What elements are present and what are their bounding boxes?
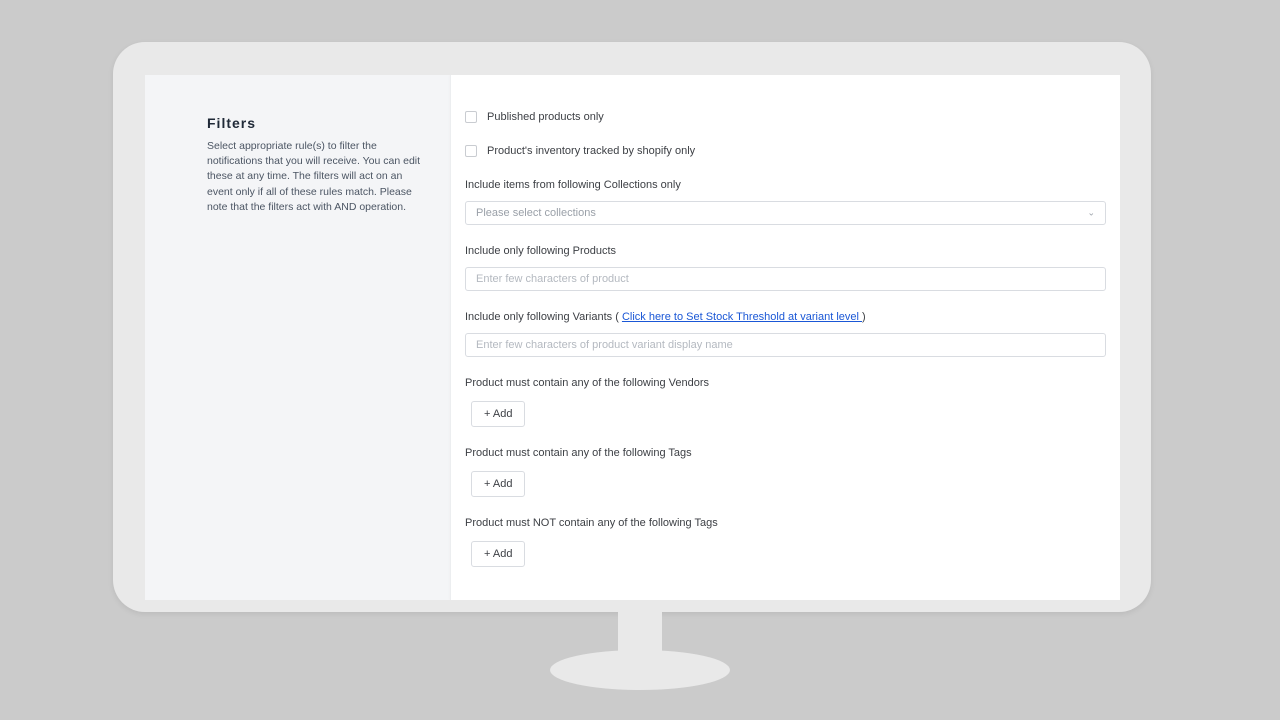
tags-exclude-label: Product must NOT contain any of the foll… xyxy=(465,517,1106,529)
collections-select[interactable]: Please select collections ⌄ xyxy=(465,201,1106,225)
published-only-row: Published products only xyxy=(465,111,1106,123)
sidebar: Filters Select appropriate rule(s) to fi… xyxy=(145,75,450,600)
products-input[interactable] xyxy=(465,267,1106,291)
vendors-label: Product must contain any of the followin… xyxy=(465,377,1106,389)
add-tag-include-button[interactable]: + Add xyxy=(471,471,525,497)
add-vendor-button[interactable]: + Add xyxy=(471,401,525,427)
collections-placeholder: Please select collections xyxy=(476,207,596,219)
tags-exclude-section: Product must NOT contain any of the foll… xyxy=(465,517,1106,567)
sidebar-title: Filters xyxy=(207,115,428,131)
tags-include-label: Product must contain any of the followin… xyxy=(465,447,1106,459)
variants-input[interactable] xyxy=(465,333,1106,357)
products-label: Include only following Products xyxy=(465,245,1106,257)
variants-threshold-link[interactable]: Click here to Set Stock Threshold at var… xyxy=(622,311,862,323)
inventory-tracked-checkbox[interactable] xyxy=(465,145,477,157)
monitor-base xyxy=(550,650,730,690)
sidebar-description: Select appropriate rule(s) to filter the… xyxy=(207,139,428,215)
app-screen: Filters Select appropriate rule(s) to fi… xyxy=(145,75,1120,600)
published-only-checkbox[interactable] xyxy=(465,111,477,123)
variants-section: Include only following Variants ( Click … xyxy=(465,311,1106,357)
collections-section: Include items from following Collections… xyxy=(465,179,1106,225)
products-section: Include only following Products xyxy=(465,245,1106,291)
monitor-mockup: Filters Select appropriate rule(s) to fi… xyxy=(0,0,1280,720)
published-only-label: Published products only xyxy=(487,111,604,123)
main-panel: Published products only Product's invent… xyxy=(450,75,1120,600)
collections-label: Include items from following Collections… xyxy=(465,179,1106,191)
add-tag-exclude-button[interactable]: + Add xyxy=(471,541,525,567)
vendors-section: Product must contain any of the followin… xyxy=(465,377,1106,427)
variants-label-prefix: Include only following Variants ( xyxy=(465,311,622,323)
chevron-down-icon: ⌄ xyxy=(1087,208,1095,219)
variants-label: Include only following Variants ( Click … xyxy=(465,311,1106,323)
tags-include-section: Product must contain any of the followin… xyxy=(465,447,1106,497)
inventory-tracked-label: Product's inventory tracked by shopify o… xyxy=(487,145,695,157)
variants-label-suffix: ) xyxy=(862,311,866,323)
inventory-tracked-row: Product's inventory tracked by shopify o… xyxy=(465,145,1106,157)
